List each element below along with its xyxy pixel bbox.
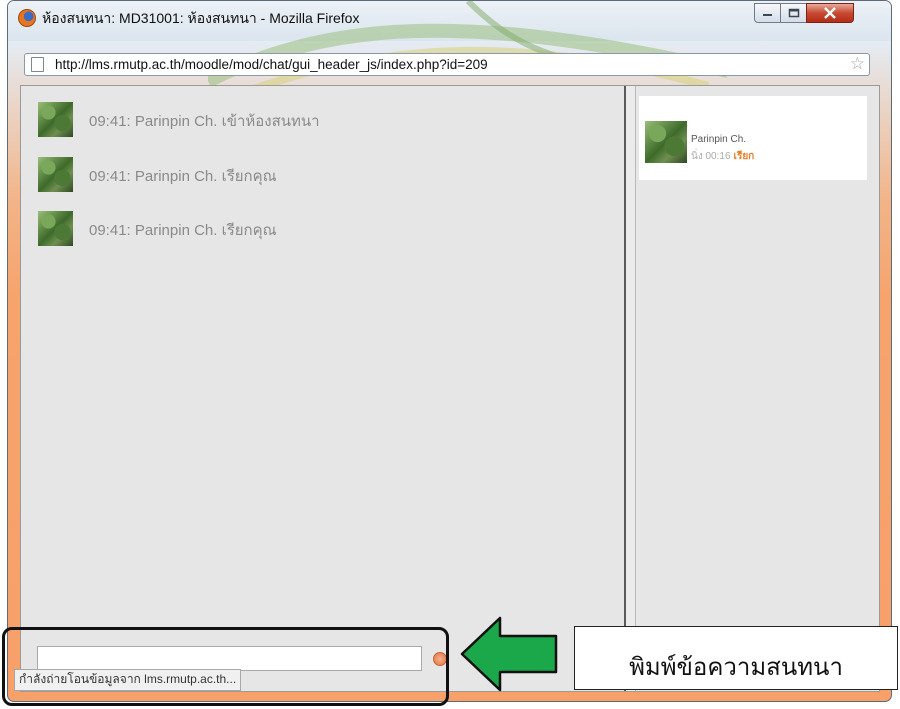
url-bar[interactable]: http://lms.rmutp.ac.th/moodle/mod/chat/g… xyxy=(24,53,870,76)
message-text: 09:41: Parinpin Ch. เรียกคุณ xyxy=(89,222,277,239)
minimize-button[interactable] xyxy=(754,3,781,23)
avatar xyxy=(38,211,73,246)
user-status: นิ่ง 00:16 เรียก xyxy=(691,149,754,164)
message-text: 09:41: Parinpin Ch. เรียกคุณ xyxy=(89,168,277,185)
close-icon xyxy=(824,7,836,19)
firefox-window: ห้องสนทนา: MD31001: ห้องสนทนา - Mozilla … xyxy=(7,0,892,702)
url-text[interactable]: http://lms.rmutp.ac.th/moodle/mod/chat/g… xyxy=(55,57,488,72)
maximize-icon xyxy=(788,8,799,18)
annotation-highlight-box xyxy=(2,627,449,706)
chat-content: 09:41: Parinpin Ch. เข้าห้องสนทนา 09:41:… xyxy=(20,85,880,692)
avatar xyxy=(38,157,73,192)
firefox-icon xyxy=(18,9,36,27)
page-icon xyxy=(31,57,44,72)
message-text: 09:41: Parinpin Ch. เข้าห้องสนทนา xyxy=(89,113,320,130)
avatar xyxy=(645,121,687,163)
annotation-arrow-icon xyxy=(460,616,558,692)
pane-divider[interactable] xyxy=(624,86,636,691)
window-title: ห้องสนทนา: MD31001: ห้องสนทนา - Mozilla … xyxy=(42,10,360,26)
close-button[interactable] xyxy=(806,3,854,23)
annotation-callout: พิมพ์ข้อความสนทนา xyxy=(574,626,898,690)
message-list: 09:41: Parinpin Ch. เข้าห้องสนทนา 09:41:… xyxy=(21,86,624,616)
user-idle-time: นิ่ง 00:16 xyxy=(691,151,731,162)
user-name: Parinpin Ch. xyxy=(691,134,747,145)
message-item: 09:41: Parinpin Ch. เข้าห้องสนทนา xyxy=(38,102,598,144)
beep-link[interactable]: เรียก xyxy=(734,151,755,162)
minimize-icon xyxy=(762,14,772,16)
user-list: Parinpin Ch. นิ่ง 00:16 เรียก xyxy=(637,86,879,691)
message-item: 09:41: Parinpin Ch. เรียกคุณ xyxy=(38,211,598,253)
message-item: 09:41: Parinpin Ch. เรียกคุณ xyxy=(38,157,598,199)
bookmark-star-icon[interactable]: ☆ xyxy=(850,55,865,73)
user-item: Parinpin Ch. นิ่ง 00:16 เรียก xyxy=(639,96,867,180)
callout-text: พิมพ์ข้อความสนทนา xyxy=(629,653,843,681)
maximize-button[interactable] xyxy=(780,3,807,23)
avatar xyxy=(38,102,73,137)
